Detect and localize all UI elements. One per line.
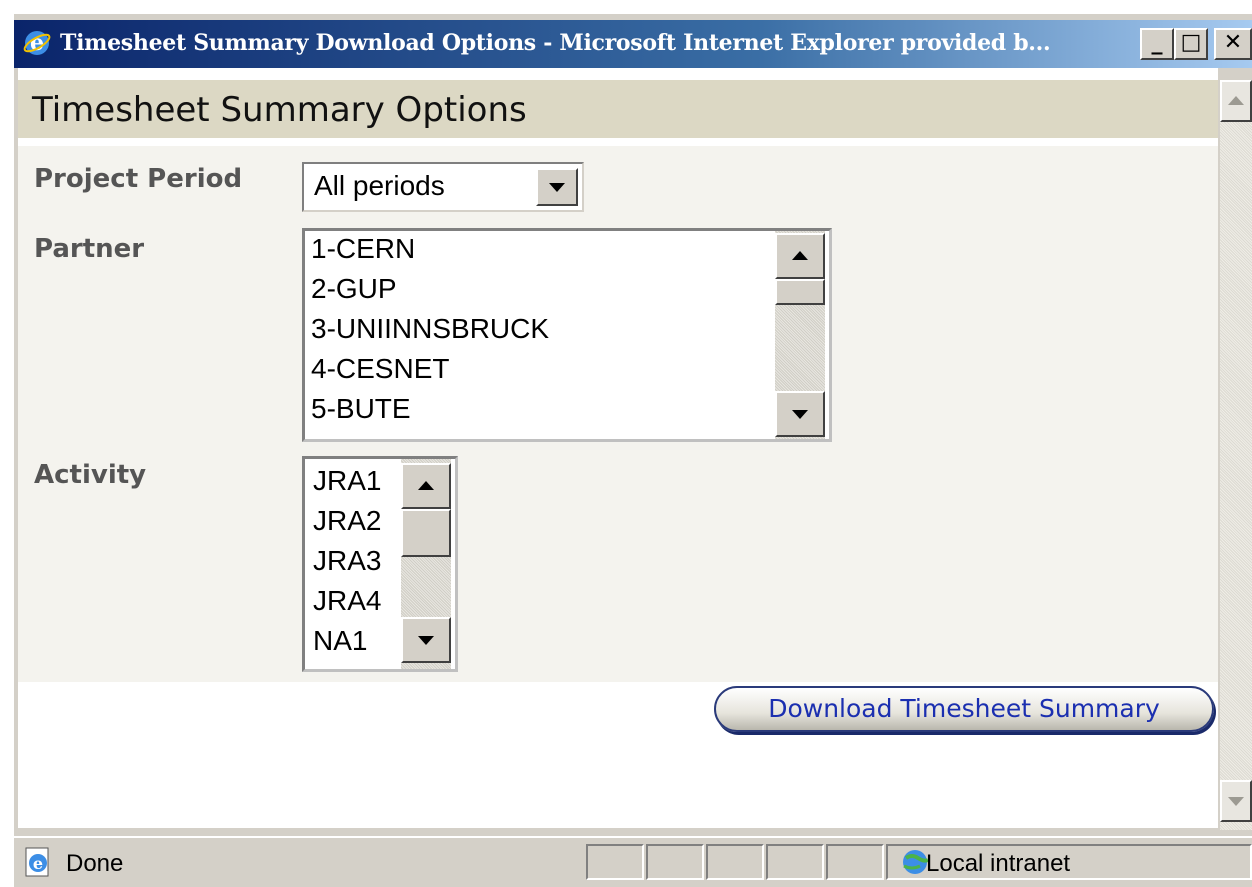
title-bar[interactable]: e Timesheet Summary Download Options - M… [14,20,1252,68]
page-scroll-up-button[interactable] [1220,80,1252,122]
minimize-icon: _ [1151,30,1163,55]
page-content: Timesheet Summary Options Project Period… [18,68,1218,828]
arrow-down-icon [418,636,434,645]
list-item[interactable]: 3-UNIINNSBRUCK [311,313,549,345]
dropdown-button[interactable] [536,168,578,206]
scroll-thumb[interactable] [401,509,451,557]
project-period-value: All periods [314,170,445,201]
zone-text: Local intranet [926,850,1071,877]
status-pane [826,844,884,880]
maximize-button[interactable]: □ [1174,28,1208,60]
desktop-strip-left [0,0,14,885]
page-title: Timesheet Summary Options [32,90,527,130]
list-item[interactable]: 2-GUP [311,273,397,305]
arrow-up-icon [1228,96,1244,105]
list-item[interactable]: JRA1 [313,465,381,497]
status-pane [646,844,704,880]
download-timesheet-summary-button[interactable]: Download Timesheet Summary [714,686,1214,732]
ie-icon: e [23,30,51,56]
svg-text:e: e [30,30,44,56]
status-pane [586,844,644,880]
close-icon: ✕ [1223,30,1243,55]
scroll-up-button[interactable] [775,233,825,279]
window-title: Timesheet Summary Download Options - Mic… [60,30,1051,56]
project-period-select[interactable]: All periods [302,162,584,212]
list-item[interactable]: JRA4 [313,585,381,617]
list-item[interactable]: JRA2 [313,505,381,537]
scroll-down-button[interactable] [401,617,451,663]
list-item[interactable]: 1-CERN [311,233,415,265]
download-button-label: Download Timesheet Summary [768,694,1160,723]
scroll-up-button[interactable] [401,463,451,509]
list-item[interactable]: 4-CESNET [311,353,449,385]
desktop-strip-top [0,0,1252,14]
list-item[interactable]: NA1 [313,625,367,657]
chevron-down-icon [549,183,565,192]
maximize-icon: □ [1180,30,1202,55]
minimize-button[interactable]: _ [1140,28,1174,60]
activity-label: Activity [34,460,147,490]
arrow-up-icon [792,251,808,260]
list-item[interactable]: JRA3 [313,545,381,577]
status-bar: e Done Local intranet [14,836,1252,887]
scroll-down-button[interactable] [775,391,825,437]
ie-page-icon: e [25,847,49,877]
partner-listbox[interactable]: 1-CERN 2-GUP 3-UNIINNSBRUCK 4-CESNET 5-B… [302,228,832,442]
list-item[interactable]: 5-BUTE [311,393,411,425]
page-scrollbar[interactable] [1220,80,1252,830]
scroll-thumb[interactable] [775,279,825,305]
svg-text:e: e [33,854,43,873]
status-text: Done [66,850,124,877]
activity-listbox[interactable]: JRA1 JRA2 JRA3 JRA4 NA1 [302,456,458,672]
arrow-down-icon [792,410,808,419]
page-scroll-down-button[interactable] [1220,780,1252,822]
arrow-up-icon [418,481,434,490]
project-period-label: Project Period [34,164,243,194]
partner-label: Partner [34,234,145,264]
close-button[interactable]: ✕ [1214,28,1252,60]
status-pane [706,844,764,880]
arrow-down-icon [1228,797,1244,806]
status-pane [766,844,824,880]
